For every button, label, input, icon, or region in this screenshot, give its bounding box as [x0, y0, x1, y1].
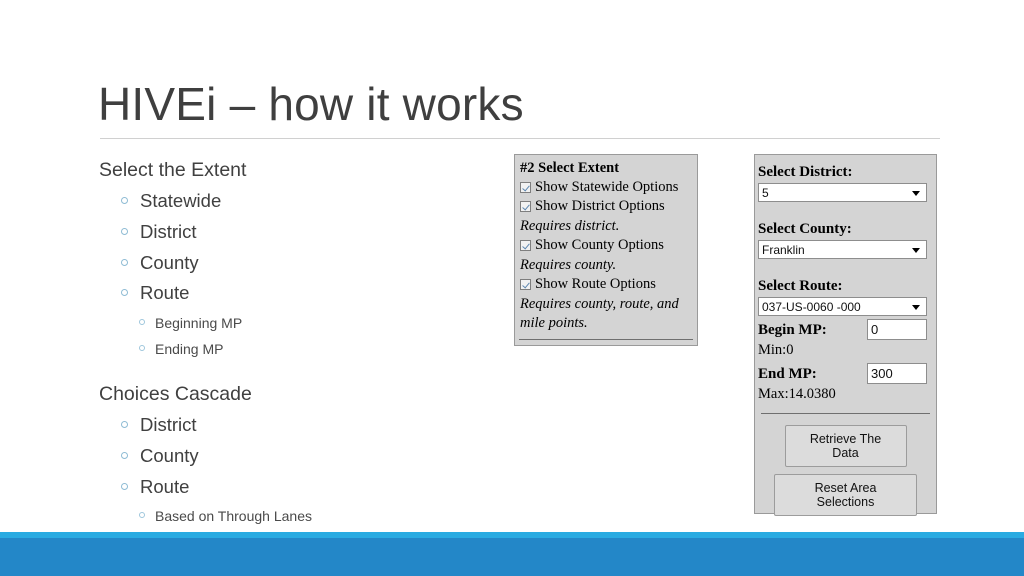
select-extent-title: #2 Select Extent: [520, 160, 620, 176]
select-county-dropdown[interactable]: Franklin: [758, 240, 927, 259]
page-title: HIVEi – how it works: [98, 78, 524, 130]
footer-bar: [0, 532, 1024, 576]
chevron-down-icon: [912, 190, 920, 196]
bullet-marker-icon: [121, 289, 128, 297]
list-item: Statewide: [99, 188, 499, 215]
checkbox-show-district-options[interactable]: Show District Options: [518, 197, 692, 216]
select-district-dropdown[interactable]: 5: [758, 183, 927, 202]
list-item-sub: Ending MP: [99, 339, 499, 359]
area-selection-panel: Select District: 5 Select County: Frankl…: [754, 154, 937, 517]
end-mp-input[interactable]: 300: [867, 363, 927, 385]
checkbox-label: Show District Options: [535, 198, 665, 215]
checkbox-label: Show County Options: [535, 237, 664, 254]
begin-mp-input[interactable]: 0: [867, 319, 927, 340]
list-item: County: [99, 250, 499, 277]
select-route-dropdown[interactable]: 037-US-0060 -000: [758, 297, 927, 316]
list-item: District: [99, 219, 499, 246]
retrieve-the-data-button[interactable]: Retrieve The Data: [784, 425, 907, 468]
end-mp-hint: Max:14.0380: [758, 386, 836, 403]
requires-note-cont: mile points.: [520, 314, 588, 331]
list-item: County: [99, 443, 499, 470]
chevron-down-icon: [912, 247, 920, 253]
panel-actions: Retrieve The Data Reset Area Selections: [755, 414, 936, 517]
list-item-sub: Based on Through Lanes: [99, 506, 499, 526]
outline-heading: Choices Cascade: [99, 383, 252, 406]
checkbox-show-statewide-options[interactable]: Show Statewide Options: [518, 178, 692, 197]
end-mp-label: End MP:: [758, 365, 817, 382]
requires-note: Requires county.: [520, 256, 617, 273]
list-item-label: Route: [140, 475, 190, 497]
select-county-value: Franklin: [762, 242, 805, 257]
bullet-marker-icon: [121, 227, 128, 235]
bullet-marker-icon: [121, 421, 128, 429]
checkbox-show-county-options[interactable]: Show County Options: [518, 236, 692, 255]
bullet-marker-icon: [139, 318, 145, 325]
title-divider: [100, 138, 940, 139]
checkbox-checked-icon[interactable]: [520, 182, 531, 193]
list-item-label: District: [140, 414, 197, 436]
outline-block: Choices Cascade District County Route Ba…: [99, 380, 499, 526]
list-item-label: County: [140, 251, 199, 273]
bullet-marker-icon: [121, 482, 128, 490]
list-item-sub: Beginning MP: [99, 313, 499, 333]
checkbox-checked-icon[interactable]: [520, 201, 531, 213]
bullet-marker-icon: [139, 344, 145, 351]
checkbox-show-route-options[interactable]: Show Route Options: [518, 275, 692, 294]
outline-list: Select the Extent Statewide District Cou…: [99, 156, 499, 526]
bullet-marker-icon: [121, 451, 128, 459]
list-item-sub-label: Ending MP: [155, 340, 224, 357]
checkbox-label: Show Route Options: [535, 276, 656, 293]
begin-mp-label: Begin MP:: [758, 321, 827, 338]
outline-heading: Select the Extent: [99, 159, 247, 181]
begin-mp-row: Begin MP: 0: [758, 319, 927, 340]
outline-block: Select the Extent Statewide District Cou…: [99, 156, 499, 359]
footer-accent-line: [0, 532, 1024, 538]
select-route-label: Select Route:: [758, 278, 843, 294]
list-item-label: Statewide: [140, 190, 222, 212]
list-item-label: District: [140, 220, 197, 242]
select-district-label: Select District:: [758, 164, 853, 180]
list-item-label: Route: [140, 282, 190, 304]
chevron-down-icon: [912, 304, 920, 310]
end-mp-row: End MP: 300: [758, 363, 927, 385]
select-district-value: 5: [762, 185, 769, 200]
select-extent-panel: #2 Select Extent Show Statewide Options …: [514, 154, 698, 346]
bullet-marker-icon: [121, 258, 128, 266]
begin-mp-hint: Min:0: [758, 342, 794, 358]
checkbox-checked-icon[interactable]: [520, 240, 531, 252]
bullet-marker-icon: [139, 512, 145, 519]
reset-area-selections-button[interactable]: Reset Area Selections: [774, 474, 917, 517]
select-county-label: Select County:: [758, 221, 852, 237]
checkbox-checked-icon[interactable]: [520, 279, 531, 291]
requires-note: Requires county, route, and: [520, 295, 679, 312]
select-route-value: 037-US-0060 -000: [762, 299, 861, 314]
list-item: Route: [99, 280, 499, 307]
bullet-marker-icon: [121, 197, 128, 205]
list-item-sub-label: Based on Through Lanes: [155, 508, 312, 525]
list-item-label: County: [140, 444, 199, 466]
requires-note: Requires district.: [520, 217, 620, 234]
checkbox-label: Show Statewide Options: [535, 179, 679, 195]
list-item: Route: [99, 474, 499, 501]
list-item-sub-label: Beginning MP: [155, 314, 243, 331]
panel-divider: [519, 339, 693, 340]
list-item: District: [99, 412, 499, 439]
